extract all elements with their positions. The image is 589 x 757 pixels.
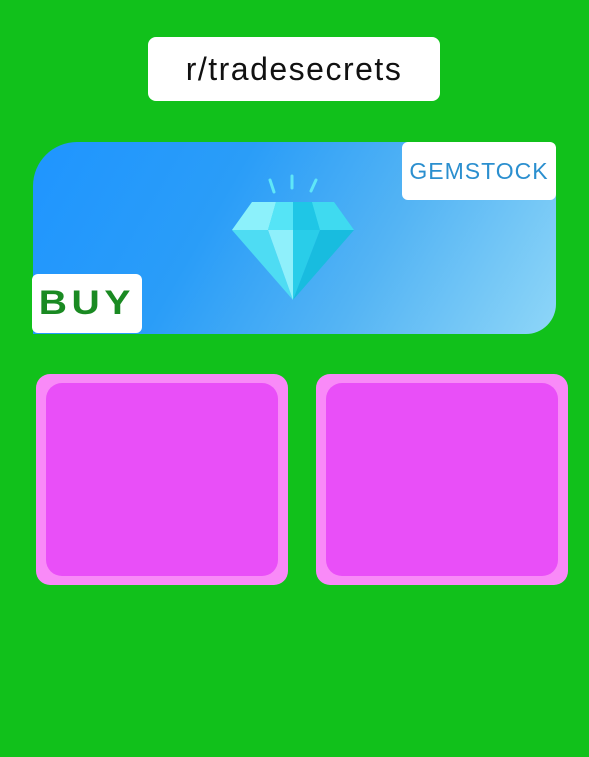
- item-card-left-inner: [46, 383, 278, 576]
- gemstock-button[interactable]: GEMSTOCK: [402, 142, 556, 200]
- subreddit-title: r/tradesecrets: [185, 50, 403, 87]
- item-card-right-inner: [326, 383, 558, 576]
- item-card-left[interactable]: [36, 374, 288, 585]
- buy-label: BUY: [38, 284, 136, 322]
- item-card-right[interactable]: [316, 374, 568, 585]
- subreddit-title-box: r/tradesecrets: [148, 37, 440, 101]
- buy-button[interactable]: BUY: [32, 274, 142, 333]
- diamond-icon: [232, 174, 354, 300]
- gemstock-label: GEMSTOCK: [409, 157, 549, 184]
